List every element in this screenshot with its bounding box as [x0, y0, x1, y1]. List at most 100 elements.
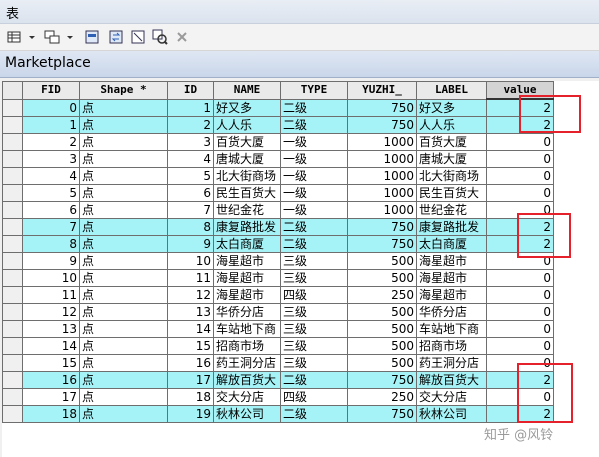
table-cell[interactable]: 点	[79, 184, 168, 202]
chevron-down-icon[interactable]	[62, 29, 73, 45]
table-cell[interactable]: 三级	[280, 320, 348, 338]
table-cell[interactable]: 一级	[280, 150, 348, 168]
table-row[interactable]: 14 点 15 招商市场 三级 500 招商市场 0	[2, 337, 554, 355]
row-selector[interactable]	[2, 201, 23, 219]
table-cell[interactable]: 500	[347, 252, 417, 270]
table-cell[interactable]: 二级	[280, 98, 348, 117]
table-cell[interactable]: 10	[167, 252, 214, 270]
table-cell[interactable]: 点	[79, 133, 168, 151]
table-cell[interactable]: 点	[79, 371, 168, 389]
table-row[interactable]: 0 点 1 好又多 二级 750 好又多 2	[2, 98, 554, 117]
table-cell[interactable]: 海星超市	[416, 269, 487, 287]
table-options-icon[interactable]	[6, 29, 22, 45]
table-row[interactable]: 16 点 17 解放百货大 二级 750 解放百货大 2	[2, 371, 554, 389]
row-selector[interactable]	[2, 235, 23, 253]
table-cell[interactable]: 点	[79, 150, 168, 168]
column-header[interactable]: FID	[22, 81, 80, 100]
table-row[interactable]: 9 点 10 海星超市 三级 500 海星超市 0	[2, 252, 554, 270]
table-cell[interactable]: 1000	[347, 150, 417, 168]
table-cell[interactable]: 民生百货大	[213, 184, 281, 202]
table-cell[interactable]: 三级	[280, 337, 348, 355]
chevron-down-icon[interactable]	[24, 29, 35, 45]
table-cell[interactable]: 百货大厦	[213, 133, 281, 151]
row-selector[interactable]	[2, 337, 23, 355]
table-row[interactable]: 10 点 11 海星超市 三级 500 海星超市 0	[2, 269, 554, 287]
table-cell[interactable]: 人人乐	[416, 116, 487, 134]
table-row[interactable]: 4 点 5 北大街商场 一级 1000 北大街商场 0	[2, 167, 554, 185]
table-cell[interactable]: 750	[347, 98, 417, 117]
row-selector[interactable]	[2, 354, 23, 372]
table-cell[interactable]: 750	[347, 405, 417, 423]
table-cell[interactable]: 药王洞分店	[416, 354, 487, 372]
table-cell[interactable]: 好又多	[213, 98, 281, 117]
table-cell[interactable]: 太白商厦	[213, 235, 281, 253]
column-header[interactable]: NAME	[213, 81, 281, 100]
switch-selection-icon[interactable]	[108, 29, 124, 45]
table-cell[interactable]: 18	[167, 388, 214, 406]
row-selector[interactable]	[2, 320, 23, 338]
table-cell[interactable]: 0	[486, 286, 554, 304]
table-row[interactable]: 17 点 18 交大分店 四级 250 交大分店 0	[2, 388, 554, 406]
table-cell[interactable]: 点	[79, 303, 168, 321]
table-cell[interactable]: 点	[79, 252, 168, 270]
delete-selected-icon[interactable]	[174, 29, 190, 45]
table-cell[interactable]: 17	[167, 371, 214, 389]
table-row[interactable]: 8 点 9 太白商厦 二级 750 太白商厦 2	[2, 235, 554, 253]
table-cell[interactable]: 唐城大厦	[416, 150, 487, 168]
table-cell[interactable]: 百货大厦	[416, 133, 487, 151]
table-cell[interactable]: 3	[22, 150, 80, 168]
row-selector[interactable]	[2, 98, 23, 117]
table-cell[interactable]: 8	[22, 235, 80, 253]
table-cell[interactable]: 一级	[280, 167, 348, 185]
table-cell[interactable]: 好又多	[416, 98, 487, 117]
table-cell[interactable]: 康复路批发	[416, 218, 487, 236]
row-selector-header[interactable]	[2, 81, 23, 100]
table-cell[interactable]: 5	[167, 167, 214, 185]
table-cell[interactable]: 9	[167, 235, 214, 253]
table-cell[interactable]: 人人乐	[213, 116, 281, 134]
table-cell[interactable]: 8	[167, 218, 214, 236]
row-selector[interactable]	[2, 167, 23, 185]
table-cell[interactable]: 点	[79, 167, 168, 185]
column-header[interactable]: LABEL	[416, 81, 487, 100]
table-cell[interactable]: 一级	[280, 201, 348, 219]
table-cell[interactable]: 秋林公司	[213, 405, 281, 423]
table-cell[interactable]: 500	[347, 337, 417, 355]
table-cell[interactable]: 点	[79, 388, 168, 406]
table-cell[interactable]: 19	[167, 405, 214, 423]
table-cell[interactable]: 750	[347, 235, 417, 253]
table-cell[interactable]: 500	[347, 320, 417, 338]
table-cell[interactable]: 250	[347, 286, 417, 304]
table-cell[interactable]: 三级	[280, 269, 348, 287]
table-cell[interactable]: 华侨分店	[213, 303, 281, 321]
table-cell[interactable]: 0	[486, 320, 554, 338]
table-cell[interactable]: 点	[79, 320, 168, 338]
table-cell[interactable]: 250	[347, 388, 417, 406]
table-cell[interactable]: 7	[22, 218, 80, 236]
table-cell[interactable]: 2	[22, 133, 80, 151]
table-cell[interactable]: 点	[79, 269, 168, 287]
row-selector[interactable]	[2, 252, 23, 270]
table-cell[interactable]: 四级	[280, 388, 348, 406]
table-cell[interactable]: 750	[347, 218, 417, 236]
table-cell[interactable]: 海星超市	[213, 269, 281, 287]
table-cell[interactable]: 1000	[347, 133, 417, 151]
table-cell[interactable]: 15	[22, 354, 80, 372]
column-header[interactable]: ID	[167, 81, 214, 100]
table-cell[interactable]: 三级	[280, 303, 348, 321]
table-cell[interactable]: 6	[167, 184, 214, 202]
table-cell[interactable]: 二级	[280, 405, 348, 423]
related-tables-icon[interactable]	[44, 29, 60, 45]
table-cell[interactable]: 民生百货大	[416, 184, 487, 202]
table-row[interactable]: 7 点 8 康复路批发 二级 750 康复路批发 2	[2, 218, 554, 236]
table-cell[interactable]: 500	[347, 269, 417, 287]
table-cell[interactable]: 药王洞分店	[213, 354, 281, 372]
row-selector[interactable]	[2, 286, 23, 304]
column-header[interactable]: TYPE	[280, 81, 348, 100]
table-cell[interactable]: 招商市场	[213, 337, 281, 355]
table-cell[interactable]: 点	[79, 116, 168, 134]
table-row[interactable]: 11 点 12 海星超市 四级 250 海星超市 0	[2, 286, 554, 304]
table-cell[interactable]: 三级	[280, 354, 348, 372]
table-cell[interactable]: 点	[79, 337, 168, 355]
table-cell[interactable]: 车站地下商	[213, 320, 281, 338]
